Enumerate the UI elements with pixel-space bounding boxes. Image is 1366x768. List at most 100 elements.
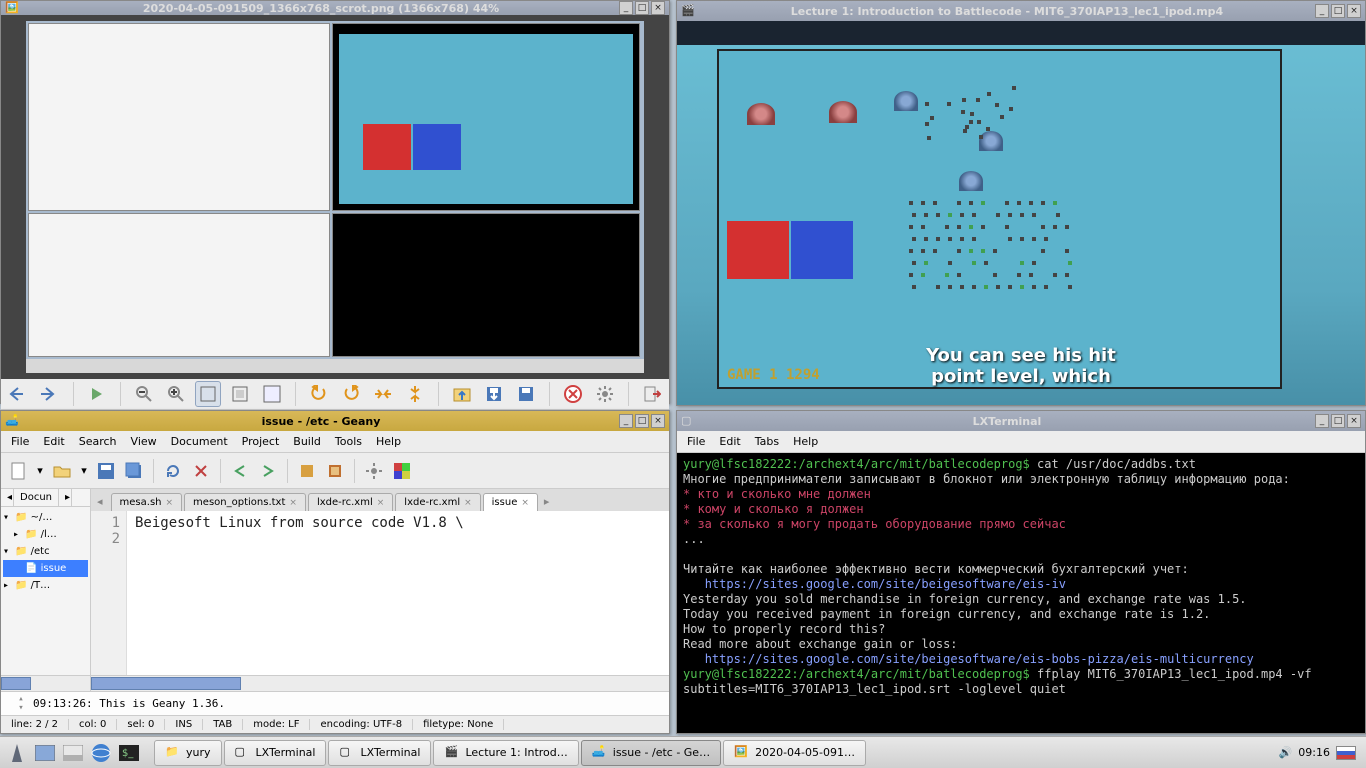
editor-hscroll[interactable] bbox=[91, 675, 669, 691]
run-button[interactable] bbox=[361, 458, 387, 484]
close-button[interactable]: × bbox=[651, 1, 665, 15]
minimize-button[interactable]: _ bbox=[1315, 4, 1329, 18]
geany-editor[interactable]: 12 Beigesoft Linux from source code V1.8… bbox=[91, 511, 669, 675]
taskbar-item[interactable]: ▢LXTerminal bbox=[224, 740, 327, 766]
filemanager-launcher[interactable] bbox=[60, 740, 86, 766]
geany-titlebar[interactable]: 🛋️ issue - /etc - Geany _ □ × bbox=[1, 411, 669, 431]
save-file-button[interactable] bbox=[93, 458, 119, 484]
code-content[interactable]: Beigesoft Linux from source code V1.8 \ bbox=[127, 511, 669, 675]
term-menubar: FileEditTabsHelp bbox=[677, 431, 1365, 453]
nav-back-button[interactable] bbox=[227, 458, 253, 484]
taskbar-item[interactable]: 🖼️2020-04-05-091… bbox=[723, 740, 866, 766]
sidebar-tab-documents[interactable]: Docun bbox=[14, 489, 59, 506]
save-button[interactable] bbox=[481, 381, 507, 407]
menu-help[interactable]: Help bbox=[787, 433, 824, 450]
save-all-button[interactable] bbox=[121, 458, 147, 484]
maximize-button[interactable]: □ bbox=[1331, 4, 1345, 18]
flip-v-button[interactable] bbox=[402, 381, 428, 407]
open-button[interactable] bbox=[449, 381, 475, 407]
compile-button[interactable] bbox=[294, 458, 320, 484]
minimize-button[interactable]: _ bbox=[619, 1, 633, 15]
zoom-in-button[interactable] bbox=[163, 381, 189, 407]
clock[interactable]: 09:16 bbox=[1298, 746, 1330, 759]
taskbar-item[interactable]: 🛋️issue - /etc - Ge… bbox=[581, 740, 721, 766]
editor-tab[interactable]: lxde-rc.xml × bbox=[395, 493, 480, 511]
menu-edit[interactable]: Edit bbox=[713, 433, 746, 450]
minimize-button[interactable]: _ bbox=[1315, 414, 1329, 428]
game-arena: GAME 1 1294 bbox=[717, 49, 1282, 389]
maximize-button[interactable]: □ bbox=[635, 1, 649, 15]
tree-item[interactable]: ▸📁 /l… bbox=[3, 526, 88, 543]
settings-button[interactable] bbox=[592, 381, 618, 407]
maximize-button[interactable]: □ bbox=[635, 414, 649, 428]
menu-document[interactable]: Document bbox=[165, 433, 234, 450]
editor-tab[interactable]: issue × bbox=[483, 493, 538, 511]
prev-button[interactable] bbox=[5, 381, 31, 407]
rotate-right-button[interactable] bbox=[338, 381, 364, 407]
taskbar-item[interactable]: 📁yury bbox=[154, 740, 222, 766]
taskbar-item[interactable]: 🎬Lecture 1: Introd… bbox=[433, 740, 578, 766]
volume-icon[interactable]: 🔊 bbox=[1279, 746, 1293, 759]
editor-tab[interactable]: mesa.sh × bbox=[111, 493, 183, 511]
quit-button[interactable] bbox=[639, 381, 665, 407]
close-button[interactable]: × bbox=[1347, 4, 1361, 18]
term-titlebar[interactable]: ▢ LXTerminal _ □ × bbox=[677, 411, 1365, 431]
start-menu-button[interactable] bbox=[4, 740, 30, 766]
editor-tab[interactable]: meson_options.txt × bbox=[184, 493, 306, 511]
next-button[interactable] bbox=[37, 381, 63, 407]
show-desktop-button[interactable] bbox=[32, 740, 58, 766]
reload-button[interactable] bbox=[160, 458, 186, 484]
tree-item[interactable]: ▾📁 /etc bbox=[3, 543, 88, 560]
rotate-left-button[interactable] bbox=[306, 381, 332, 407]
menu-tools[interactable]: Tools bbox=[329, 433, 368, 450]
nav-fwd-button[interactable] bbox=[255, 458, 281, 484]
close-button[interactable]: × bbox=[1347, 414, 1361, 428]
color-picker-button[interactable] bbox=[389, 458, 415, 484]
menu-help[interactable]: Help bbox=[370, 433, 407, 450]
close-button[interactable]: × bbox=[651, 414, 665, 428]
video-titlebar[interactable]: 🎬 Lecture 1: Introduction to Battlecode … bbox=[677, 1, 1365, 21]
viewer-titlebar[interactable]: 🖼️ 2020-04-05-091509_1366x768_scrot.png … bbox=[1, 1, 669, 15]
menu-search[interactable]: Search bbox=[73, 433, 123, 450]
taskbar: $_ 📁yury▢LXTerminal▢LXTerminal🎬Lecture 1… bbox=[0, 736, 1366, 768]
save-as-button[interactable] bbox=[513, 381, 539, 407]
minimize-button[interactable]: _ bbox=[619, 414, 633, 428]
maximize-button[interactable]: □ bbox=[1331, 414, 1345, 428]
delete-button[interactable] bbox=[560, 381, 586, 407]
zoom-orig-button[interactable] bbox=[227, 381, 253, 407]
keyboard-layout-flag[interactable] bbox=[1336, 746, 1356, 760]
menu-file[interactable]: File bbox=[681, 433, 711, 450]
msg-toggle-icon[interactable]: ▴▾ bbox=[9, 695, 33, 713]
video-content[interactable]: GAME 1 1294 You can see his hit point le… bbox=[677, 21, 1365, 405]
zoom-fit-button[interactable] bbox=[195, 381, 221, 407]
tree-item[interactable]: ▾📁 ~/… bbox=[3, 509, 88, 526]
line-numbers: 12 bbox=[91, 511, 127, 675]
menu-build[interactable]: Build bbox=[287, 433, 327, 450]
new-file-button[interactable] bbox=[5, 458, 31, 484]
open-file-button[interactable] bbox=[49, 458, 75, 484]
tree-item[interactable]: 📄 issue bbox=[3, 560, 88, 577]
geany-body: FileEditSearchViewDocumentProjectBuildTo… bbox=[1, 431, 669, 733]
geany-file-tree[interactable]: ▾📁 ~/…▸📁 /l…▾📁 /etc📄 issue▸📁 /T… bbox=[1, 507, 90, 675]
play-button[interactable] bbox=[84, 381, 110, 407]
zoom-out-button[interactable] bbox=[131, 381, 157, 407]
menu-project[interactable]: Project bbox=[236, 433, 286, 450]
taskbar-item[interactable]: ▢LXTerminal bbox=[328, 740, 431, 766]
open-menu-button[interactable]: ▾ bbox=[77, 458, 91, 484]
build-button[interactable] bbox=[322, 458, 348, 484]
term-content[interactable]: yury@lfsc182222:/archext4/arc/mit/batlec… bbox=[677, 453, 1365, 733]
flip-h-button[interactable] bbox=[370, 381, 396, 407]
terminal-launcher[interactable]: $_ bbox=[116, 740, 142, 766]
tree-item[interactable]: ▸📁 /T… bbox=[3, 577, 88, 594]
close-file-button[interactable] bbox=[188, 458, 214, 484]
geany-tabs: ◂mesa.sh ×meson_options.txt ×lxde-rc.xml… bbox=[91, 489, 669, 511]
menu-view[interactable]: View bbox=[125, 433, 163, 450]
new-menu-button[interactable]: ▾ bbox=[33, 458, 47, 484]
menu-file[interactable]: File bbox=[5, 433, 35, 450]
fullscreen-button[interactable] bbox=[259, 381, 285, 407]
browser-launcher[interactable] bbox=[88, 740, 114, 766]
geany-message-bar: ▴▾ 09:13:26: This is Geany 1.36. bbox=[1, 691, 669, 715]
editor-tab[interactable]: lxde-rc.xml × bbox=[308, 493, 393, 511]
menu-edit[interactable]: Edit bbox=[37, 433, 70, 450]
menu-tabs[interactable]: Tabs bbox=[749, 433, 785, 450]
